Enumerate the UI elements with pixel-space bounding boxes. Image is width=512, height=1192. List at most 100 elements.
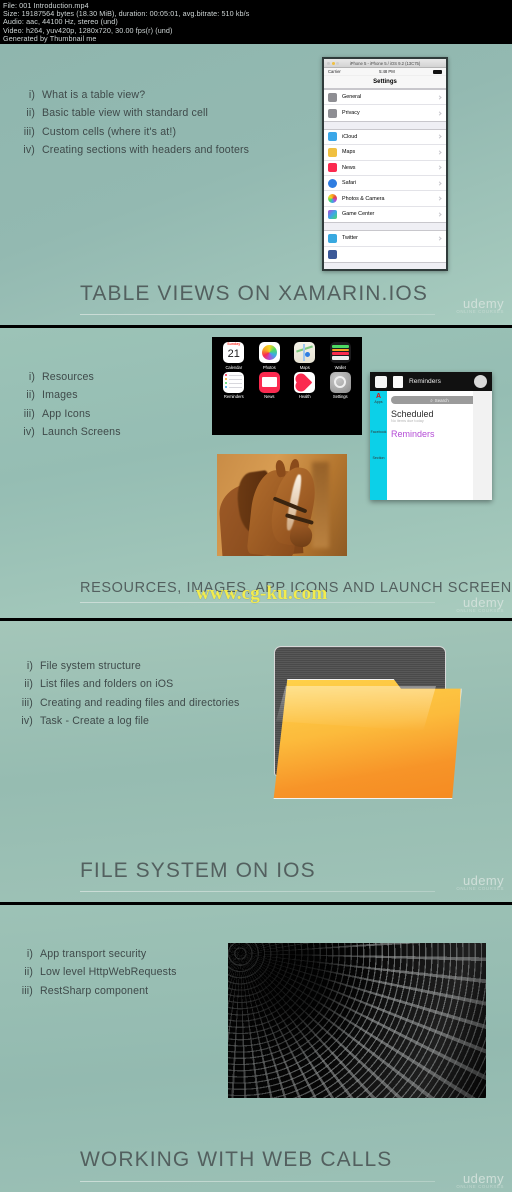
- app-label: News: [264, 394, 275, 400]
- table-row[interactable]: News: [324, 161, 446, 176]
- bullet-text: Images: [42, 389, 78, 402]
- chevron-right-icon: [437, 236, 442, 241]
- safari-icon: [328, 178, 337, 188]
- list-item: iii) Creating and reading files and dire…: [18, 694, 240, 712]
- bullet-number: ii): [24, 966, 33, 979]
- rail-letter: A: [375, 393, 382, 400]
- rail-label-3: Section: [372, 456, 385, 460]
- grid-view-icon[interactable]: [375, 375, 387, 388]
- right-panel: [473, 391, 492, 500]
- nav-title: Settings: [324, 76, 446, 89]
- twitter-icon: [328, 233, 337, 243]
- table-row[interactable]: Privacy: [324, 105, 446, 120]
- list-item: ii) Basic table view with standard cell: [20, 104, 249, 122]
- slide-3-bullet-list: i) File system structure ii) List files …: [18, 657, 239, 731]
- bullet-number: i): [28, 89, 35, 101]
- bullet-text: File system structure: [40, 660, 141, 672]
- title-underline: [80, 1181, 435, 1182]
- app-health[interactable]: Health: [289, 371, 321, 400]
- sidebar-rail[interactable]: A Apps Facebook Section: [370, 391, 387, 500]
- slide-file-system: i) File system structure ii) List files …: [0, 621, 512, 904]
- app-wallet[interactable]: Wallet: [325, 342, 357, 370]
- news-icon: [328, 163, 337, 173]
- table-row[interactable]: General: [324, 90, 446, 106]
- bullet-number: i): [28, 371, 35, 383]
- photos-camera-icon: [328, 194, 337, 204]
- table-section-3: Twitter: [324, 230, 446, 263]
- table-row[interactable]: Safari: [324, 176, 446, 192]
- slide-2-bullet-list: i) Resources ii) Images iii) App Icons i…: [20, 368, 121, 442]
- table-row[interactable]: Twitter: [324, 231, 446, 247]
- maps-icon: [294, 342, 316, 363]
- simulator-title-bar: iPhone 5 - iPhone 5 / iOS 9.2 (13C75): [324, 59, 446, 68]
- bullet-number: iii): [21, 984, 33, 997]
- udemy-logo: udemy ONLINE COURSES: [456, 595, 504, 613]
- app-maps[interactable]: Maps: [289, 342, 321, 370]
- list-item: iii) App Icons: [20, 405, 121, 423]
- app-calendar[interactable]: Sunday 21 Calendar: [218, 342, 250, 370]
- bullet-number: iii): [23, 125, 35, 138]
- list-item: iv) Launch Screens: [20, 423, 121, 441]
- app-photos[interactable]: Photos: [254, 342, 286, 370]
- search-placeholder: Search: [434, 397, 449, 403]
- table-section-2: iCloud Maps News Safari Photos & Camera …: [324, 128, 446, 224]
- rail-label-2: Facebook: [370, 430, 387, 434]
- battery-icon: [433, 69, 442, 74]
- icloud-icon: [328, 132, 337, 142]
- bullet-number: iv): [23, 144, 35, 157]
- title-underline: [80, 314, 435, 315]
- page-title: WORKING WITH WEB CALLS: [80, 1148, 393, 1171]
- app-news[interactable]: News: [254, 371, 286, 400]
- app-label: Wallet: [334, 364, 346, 370]
- section-gap: [324, 121, 446, 129]
- media-info-strip: File: 001 Introduction.mp4 Size: 1918756…: [0, 0, 512, 44]
- bullet-number: iv): [23, 426, 35, 439]
- bullet-number: ii): [26, 389, 35, 402]
- bullet-number: iii): [23, 407, 35, 420]
- ios-home-screen-screenshot: Sunday 21 Calendar Photos Maps Wallet Re…: [212, 337, 362, 435]
- table-row[interactable]: iCloud: [324, 130, 446, 146]
- slide-web-calls: i) App transport security ii) Low level …: [0, 905, 512, 1192]
- chevron-right-icon: [437, 150, 442, 155]
- bullet-text: List files and folders on iOS: [40, 678, 174, 691]
- horse-photo: [217, 454, 347, 556]
- folder-icon-illustration: [270, 646, 465, 806]
- settings-table-view[interactable]: General Privacy iCloud Maps News Safari …: [324, 89, 446, 269]
- row-label: Privacy: [342, 110, 360, 117]
- health-icon: [294, 371, 316, 393]
- carrier-label: Carrier: [328, 69, 341, 74]
- table-row[interactable]: Maps: [324, 145, 446, 161]
- bullet-number: ii): [24, 678, 33, 691]
- ios-status-bar: Carrier 5:48 PM: [324, 68, 446, 76]
- bullet-number: i): [26, 660, 33, 672]
- page-title: FILE SYSTEM ON IOS: [80, 859, 316, 882]
- udemy-logo: udemy ONLINE COURSES: [456, 296, 504, 314]
- clock-label: 5:48 PM: [379, 69, 395, 74]
- bullet-text: Creating sections with headers and foote…: [42, 144, 250, 157]
- game-center-icon: [328, 209, 337, 219]
- table-row[interactable]: Game Center: [324, 207, 446, 222]
- avatar[interactable]: [474, 375, 487, 388]
- app-reminders[interactable]: Reminders: [218, 371, 250, 399]
- ios-simulator-screenshot: iPhone 5 - iPhone 5 / iOS 9.2 (13C75) Ca…: [322, 57, 448, 271]
- general-icon: [328, 92, 337, 102]
- photos-icon: [258, 342, 280, 363]
- bullet-text: Launch Screens: [42, 426, 121, 439]
- list-item: i) File system structure: [18, 657, 239, 675]
- list-icon[interactable]: [393, 375, 403, 388]
- bullet-text: Low level HttpWebRequests: [40, 966, 177, 979]
- list-item: i) What is a table view?: [20, 86, 249, 104]
- table-section-1: General Privacy: [324, 89, 446, 122]
- app-settings[interactable]: Settings: [325, 371, 357, 399]
- title-underline: [80, 891, 435, 892]
- bullet-number: ii): [26, 107, 35, 120]
- udemy-logo: udemy ONLINE COURSES: [456, 873, 504, 891]
- bullet-text: App Icons: [42, 407, 91, 420]
- list-item: iii) Custom cells (where it's at!): [20, 123, 249, 141]
- row-label: iCloud: [342, 133, 358, 140]
- table-row[interactable]: Photos & Camera: [324, 191, 446, 207]
- window-toolbar: Reminders: [370, 372, 492, 391]
- app-label: Health: [298, 394, 311, 400]
- table-row[interactable]: [324, 247, 446, 262]
- app-label: Photos: [262, 364, 276, 370]
